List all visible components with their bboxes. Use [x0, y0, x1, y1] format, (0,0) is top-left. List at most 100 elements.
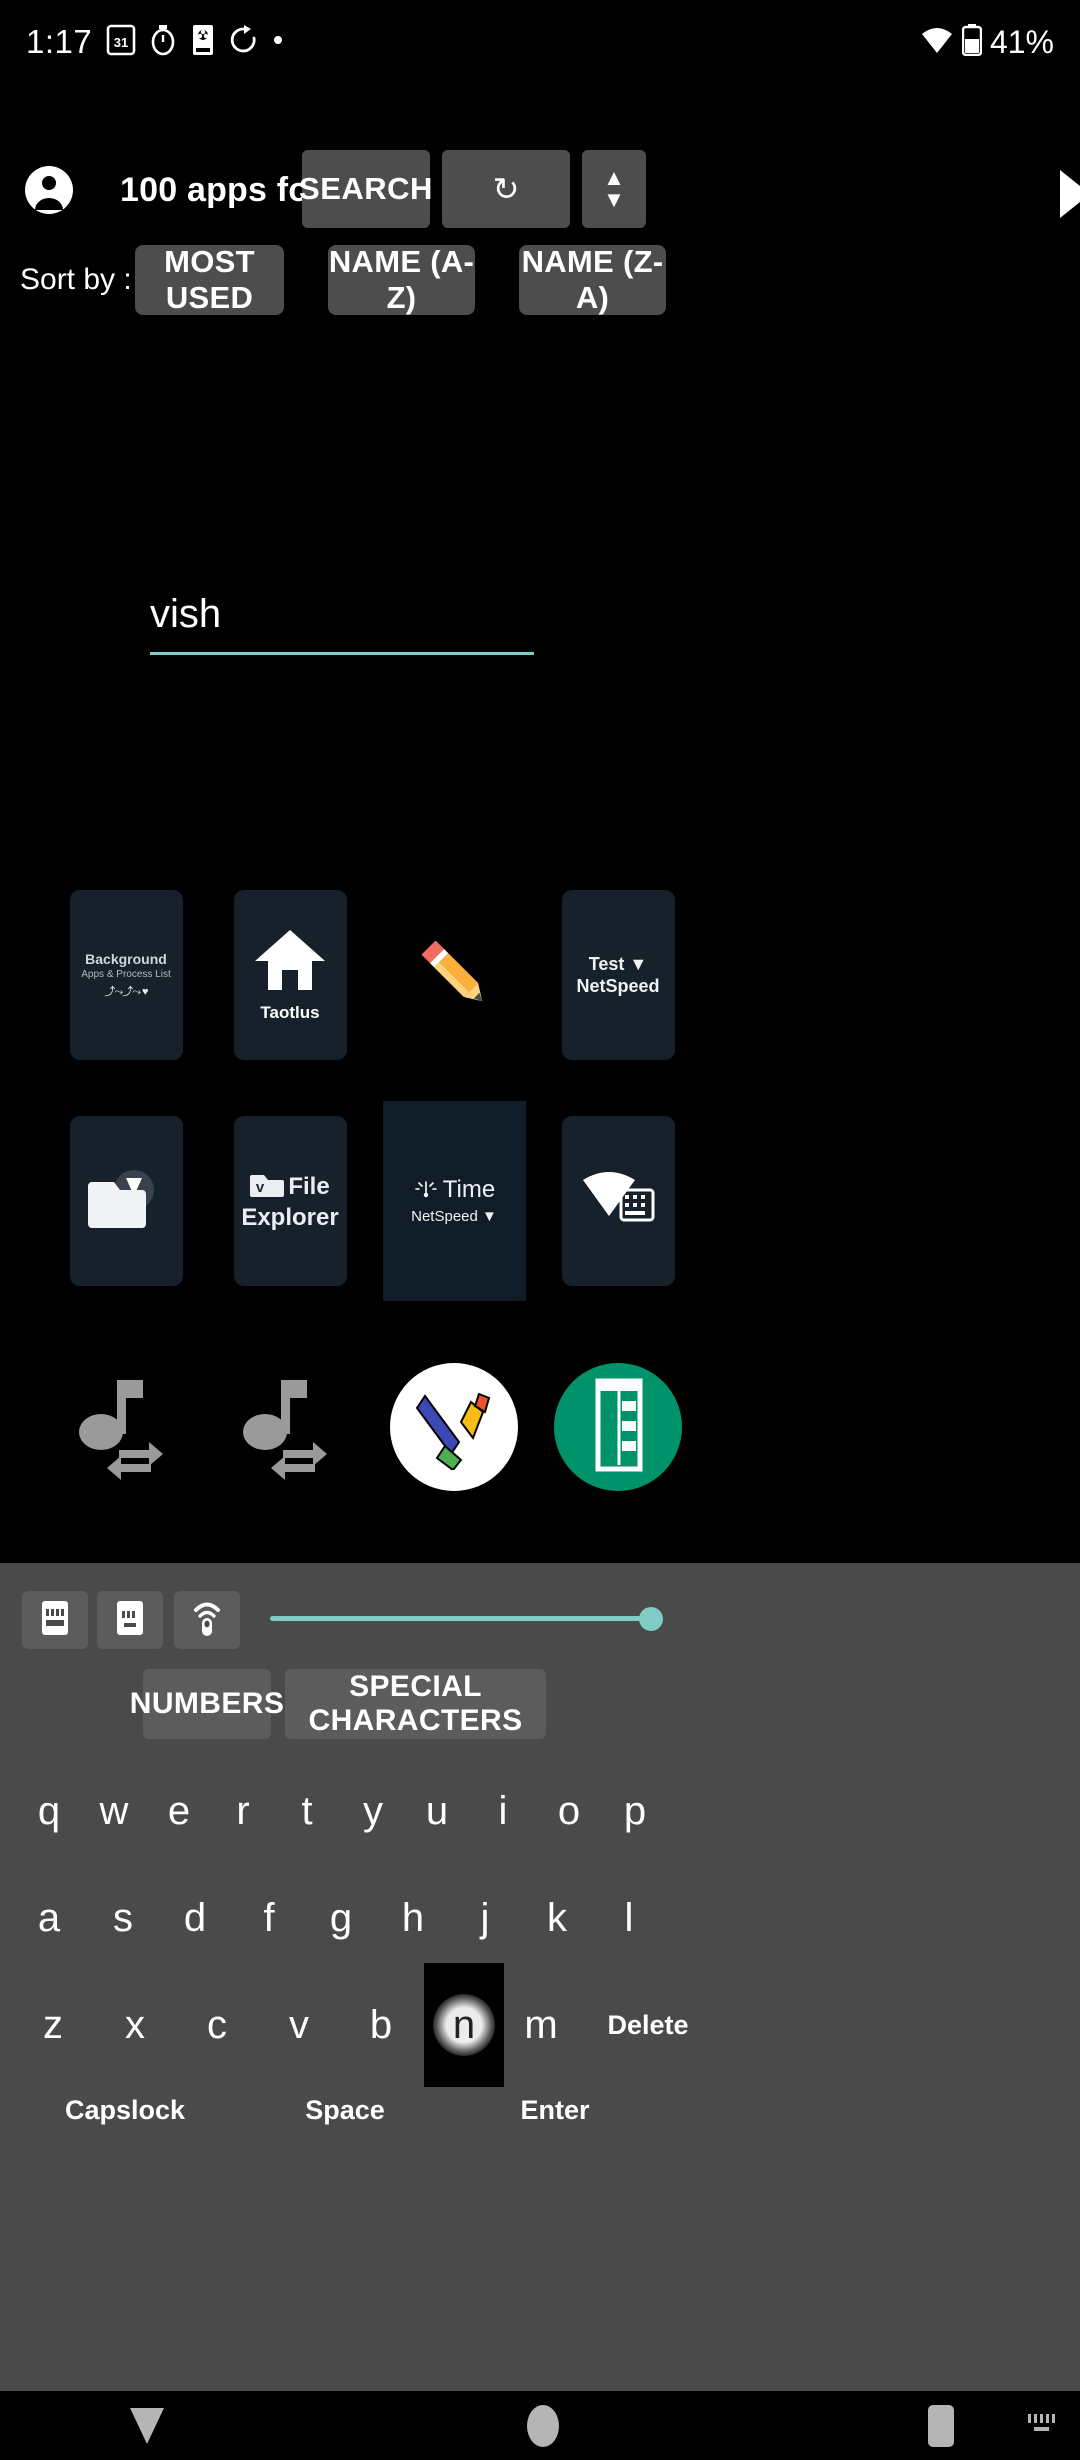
key-a[interactable]: a — [26, 1878, 72, 1959]
key-y[interactable]: y — [350, 1771, 396, 1852]
key-i[interactable]: i — [480, 1771, 526, 1852]
app-cell-background[interactable]: Background Apps & Process List ⤴⤳⤴⤳ ♥ — [41, 875, 211, 1075]
key-x[interactable]: x — [112, 1985, 158, 2066]
search-input-value: vish — [150, 592, 222, 636]
app-title-line2: Apps & Process List — [81, 969, 171, 980]
app-tile — [561, 1116, 675, 1286]
key-q[interactable]: q — [26, 1771, 72, 1852]
keyboard-keys: qwertyuiop asdfghjkl z x c v b n m Delete — [0, 1771, 1080, 2087]
book-icon — [190, 24, 216, 61]
key-u[interactable]: u — [414, 1771, 460, 1852]
nav-recents-button[interactable] — [896, 2391, 986, 2460]
heartbeat-icon: ⤴⤳⤴⤳ ♥ — [104, 986, 148, 998]
app-tile — [70, 1342, 183, 1512]
remote-icon-button[interactable] — [174, 1591, 240, 1649]
app-cell-test-netspeed[interactable]: Test ▼ NetSpeed — [533, 875, 703, 1075]
sort-name-za-button[interactable]: NAME (Z-A) — [519, 244, 666, 315]
key-f[interactable]: f — [246, 1878, 292, 1959]
app-cell-time-netspeed[interactable]: Time NetSpeed ▼ — [369, 1101, 539, 1301]
key-d[interactable]: d — [172, 1878, 218, 1959]
svg-text:31: 31 — [114, 35, 128, 50]
key-delete[interactable]: Delete — [588, 1985, 708, 2066]
account-circle-icon[interactable] — [24, 165, 74, 215]
app-tile — [390, 1363, 518, 1491]
app-cell-music-swap-2[interactable] — [205, 1327, 375, 1527]
key-h[interactable]: h — [390, 1878, 436, 1959]
keyboard-icon-button[interactable] — [22, 1591, 88, 1649]
sort-most-used-button[interactable]: MOST USED — [135, 244, 284, 315]
app-cell-pencil[interactable] — [369, 875, 539, 1075]
keyboard-size-slider[interactable] — [270, 1607, 663, 1631]
app-tile — [69, 1116, 183, 1286]
key-s[interactable]: s — [100, 1878, 146, 1959]
special-characters-button[interactable]: SPECIAL CHARACTERS — [285, 1669, 546, 1739]
app-tile: Test ▼ NetSpeed — [561, 890, 675, 1060]
top-toolbar: 100 apps found. SEARCH ↻ ▲ ▼ — [0, 148, 1080, 232]
capslock-key[interactable]: Capslock — [40, 2080, 210, 2140]
key-m[interactable]: m — [518, 1985, 564, 2066]
app-cell-taotlus[interactable]: Taotlus — [205, 875, 375, 1075]
app-title-line2: Explorer — [241, 1203, 339, 1231]
slider-knob[interactable] — [639, 1607, 663, 1631]
key-v[interactable]: v — [276, 1985, 322, 2066]
recents-icon — [928, 2404, 954, 2447]
rotate-icon — [230, 24, 258, 60]
app-tile: Taotlus — [233, 890, 347, 1060]
key-p[interactable]: p — [612, 1771, 658, 1852]
key-l[interactable]: l — [606, 1878, 652, 1959]
scroll-updown-button[interactable]: ▲ ▼ — [582, 150, 646, 228]
wifi-icon — [920, 25, 954, 60]
v-logo-icon — [409, 1380, 499, 1475]
nav-back-button[interactable] — [102, 2391, 192, 2460]
app-grid: Background Apps & Process List ⤴⤳⤴⤳ ♥ Ta… — [0, 875, 1080, 1553]
key-n[interactable]: n — [424, 1963, 504, 2087]
enter-key[interactable]: Enter — [480, 2080, 630, 2140]
key-w[interactable]: w — [90, 1771, 138, 1852]
keyboard-toggle-icon — [1025, 2411, 1059, 2440]
refresh-button[interactable]: ↻ — [442, 150, 570, 228]
keyboard-bottom-row: Capslock Space Enter — [0, 2080, 1080, 2160]
app-cell-music-swap-1[interactable] — [41, 1327, 211, 1527]
app-cell-folder[interactable] — [41, 1101, 211, 1301]
remote-icon — [190, 1598, 224, 1643]
search-input[interactable]: vish — [150, 590, 534, 655]
space-key[interactable]: Space — [250, 2080, 440, 2140]
nav-keyboard-button[interactable] — [1012, 2391, 1072, 2460]
key-e[interactable]: e — [156, 1771, 202, 1852]
status-bar-left: 1:17 31 — [26, 23, 284, 61]
folder-v-icon: v — [250, 1171, 285, 1204]
key-z[interactable]: z — [30, 1985, 76, 2066]
time-row: Time — [413, 1175, 495, 1206]
key-o[interactable]: o — [546, 1771, 592, 1852]
app-title-line1: Test ▼ — [588, 954, 648, 974]
app-cell-v-logo[interactable] — [369, 1327, 539, 1527]
cursor-pointer-icon — [1060, 170, 1080, 218]
app-grid-row — [0, 1327, 1080, 1527]
app-cell-green-ruler[interactable] — [533, 1327, 703, 1527]
key-r[interactable]: r — [220, 1771, 266, 1852]
key-k[interactable]: k — [534, 1878, 580, 1959]
system-nav-bar — [0, 2391, 1080, 2460]
key-c[interactable]: c — [194, 1985, 240, 2066]
search-button[interactable]: SEARCH — [299, 150, 432, 228]
sort-name-az-button[interactable]: NAME (A-Z) — [328, 244, 475, 315]
app-tile — [554, 1363, 682, 1491]
app-cell-wifi-keypad[interactable] — [533, 1101, 703, 1301]
app-cell-file-explorer[interactable]: v File Explorer — [205, 1101, 375, 1301]
nav-home-button[interactable] — [498, 2391, 588, 2460]
file-explorer-row: v File — [250, 1171, 330, 1204]
key-j[interactable]: j — [462, 1878, 508, 1959]
key-g[interactable]: g — [318, 1878, 364, 1959]
app-label: Taotlus — [260, 1002, 320, 1022]
key-b[interactable]: b — [358, 1985, 404, 2066]
numbers-button[interactable]: NUMBERS — [130, 1669, 284, 1739]
svg-text:v: v — [256, 1179, 265, 1196]
keyboard-mode-row: NUMBERS SPECIAL CHARACTERS — [0, 1669, 1080, 1749]
music-note-swap-icon — [71, 1370, 181, 1485]
keyboard-icon — [38, 1599, 72, 1642]
keyboard-panel: NUMBERS SPECIAL CHARACTERS qwertyuiop as… — [0, 1563, 1080, 2391]
keyboard-alt-icon-button[interactable] — [97, 1591, 163, 1649]
key-t[interactable]: t — [284, 1771, 330, 1852]
keyboard-toolbar — [0, 1563, 1080, 1669]
sort-by-label: Sort by : — [20, 263, 132, 296]
